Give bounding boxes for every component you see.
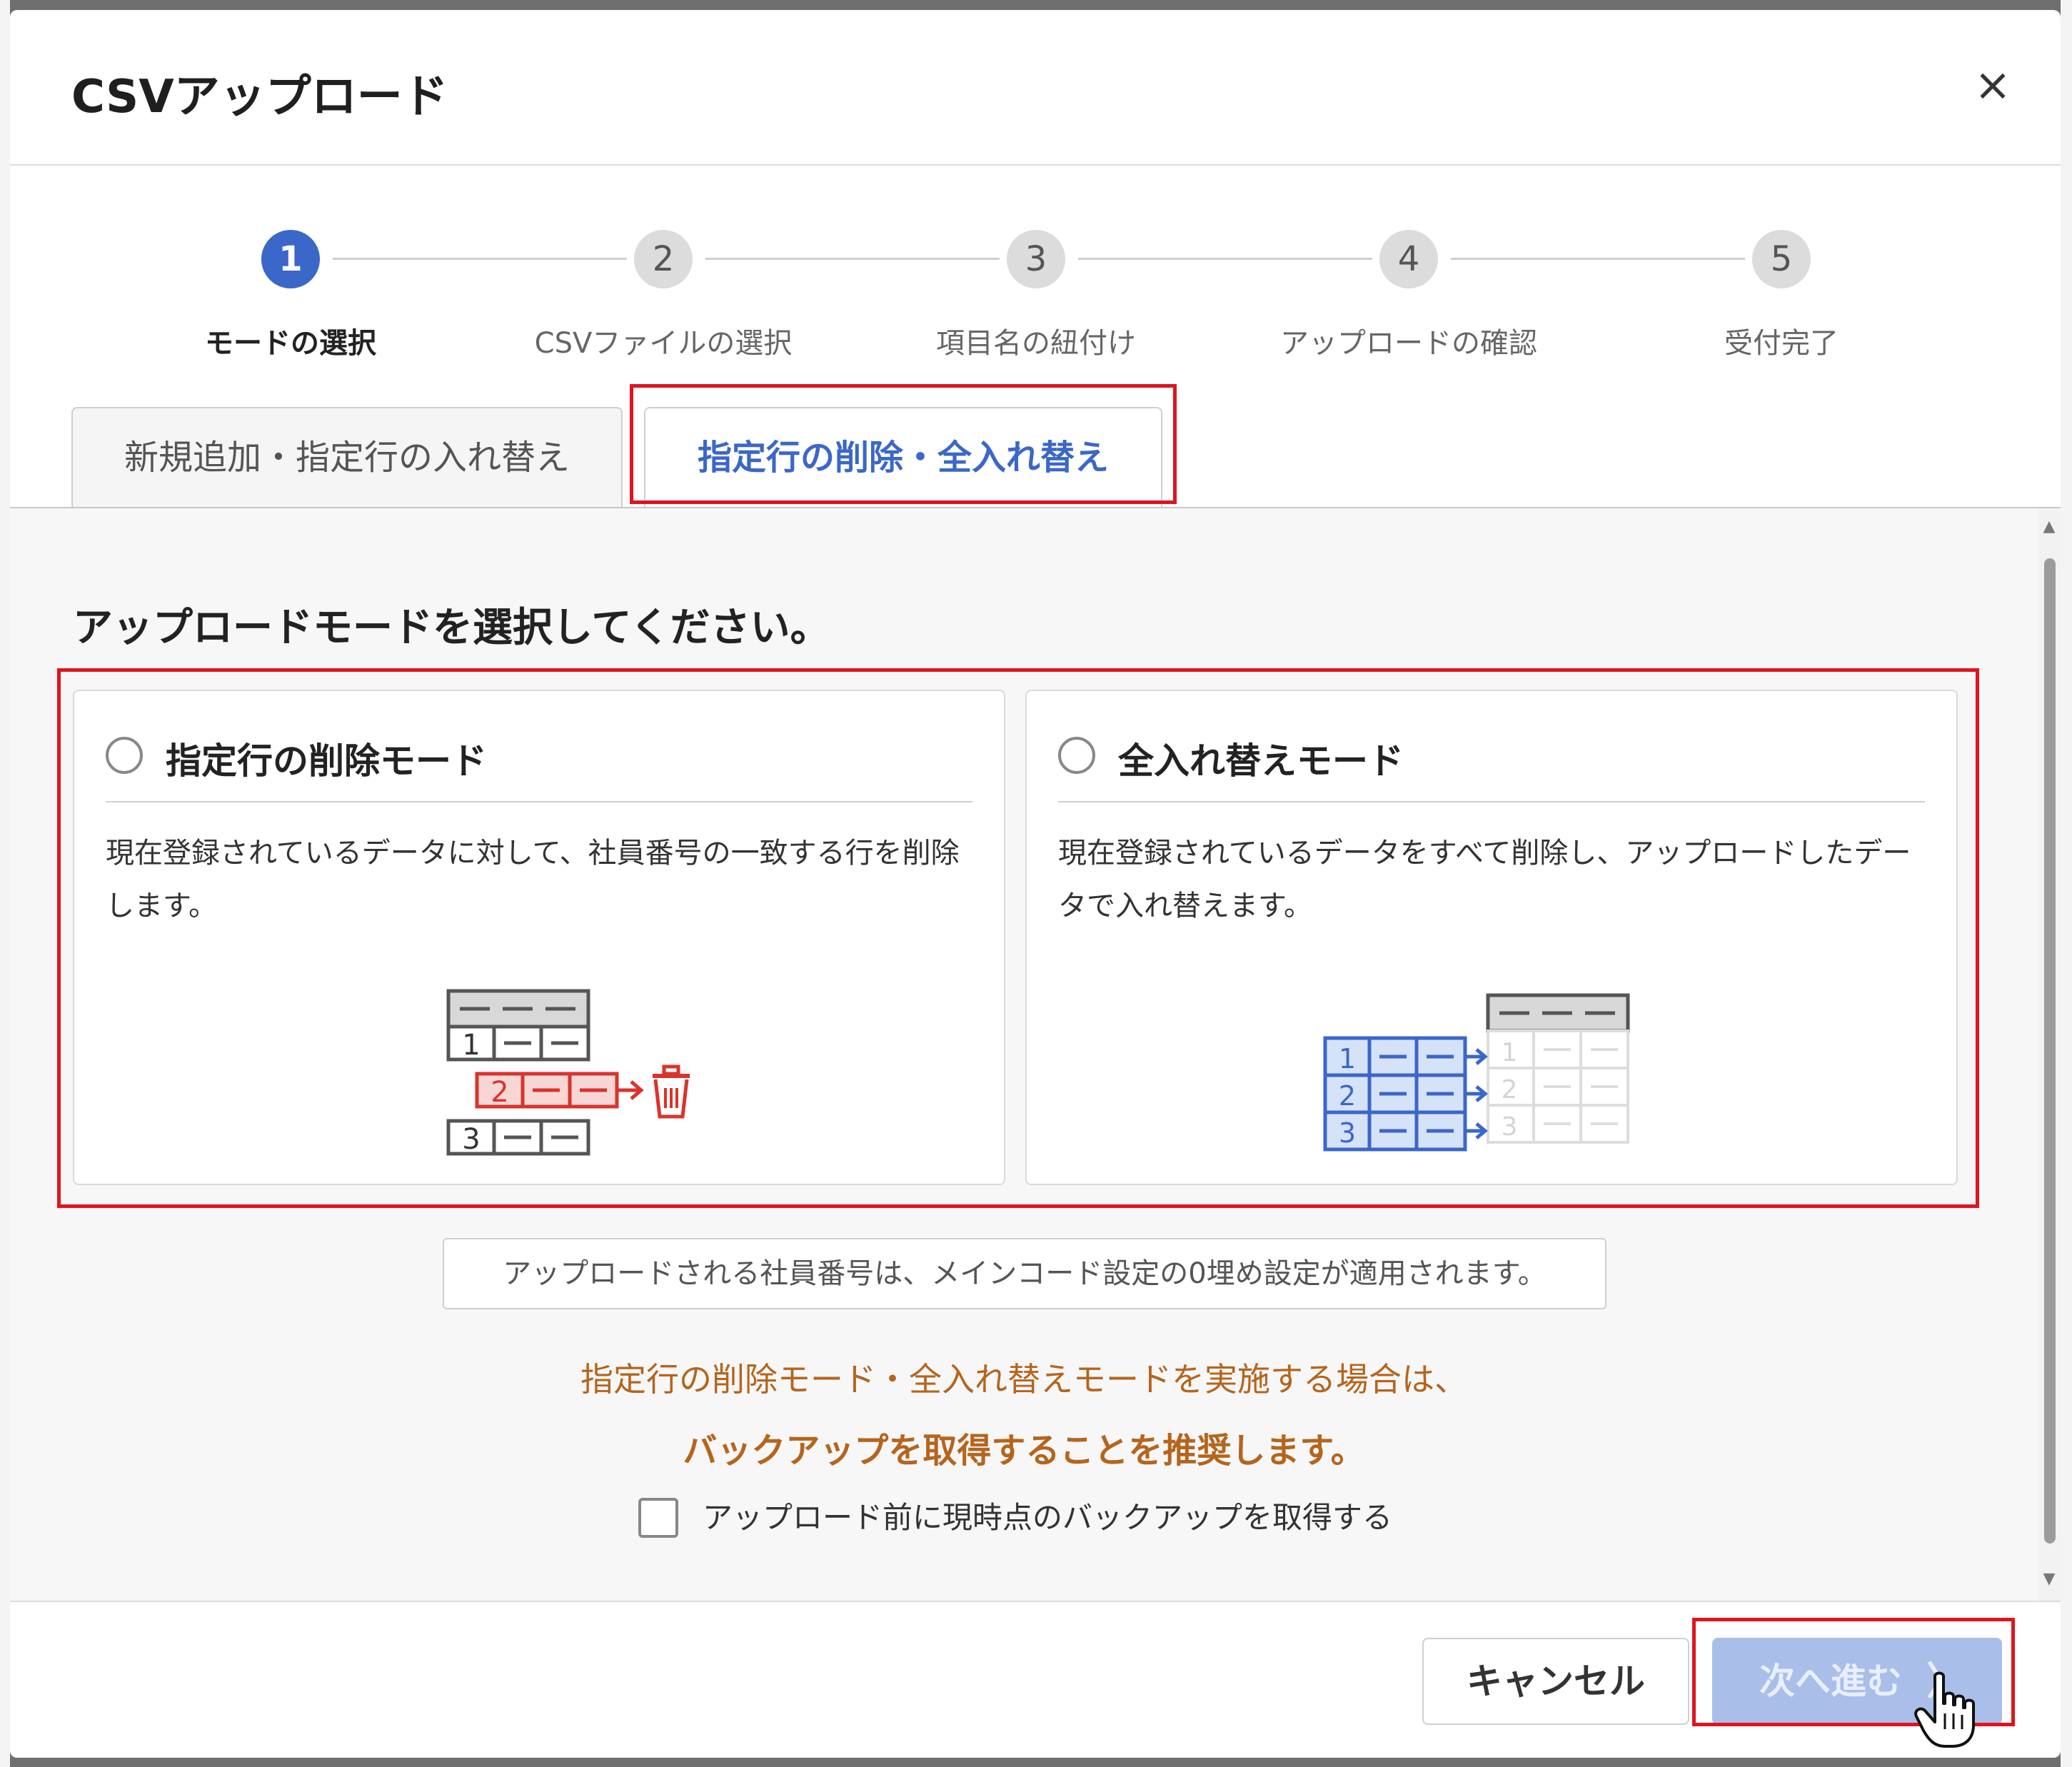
hand-cursor-icon (1914, 1671, 1975, 1748)
mode-description: 現在登録されているデータをすべて削除し、アップロードしたデータで入れ替えます。 (1058, 837, 1911, 922)
step-connector (333, 258, 627, 260)
mode-card-replace-all[interactable]: 全入れ替えモード 現在登録されているデータをすべて削除し、アップロードしたデータ… (1025, 690, 1958, 1185)
warning-line-2: バックアップを取得することを推奨します。 (683, 1431, 1365, 1471)
row-number-1: 1 (462, 1029, 480, 1062)
radio-replace-all[interactable] (1058, 737, 1095, 774)
mode-title: 全入れ替えモード (1118, 740, 1404, 782)
step-4-circle: 4 (1379, 230, 1438, 288)
step-1-circle: 1 (261, 230, 320, 288)
dialog-header: CSVアップロード × (10, 10, 2061, 166)
mode-prompt: アップロードモードを選択してください。 (73, 605, 830, 651)
old-row-number-2: 2 (1502, 1075, 1518, 1104)
radio-delete-rows[interactable] (106, 737, 143, 774)
csv-upload-dialog: CSVアップロード × 1 2 3 4 5 モードの選択 CSVファイルの選択 … (10, 10, 2061, 1758)
zero-padding-note: アップロードされる社員番号は、メインコード設定の0埋め設定が適用されます。 (443, 1238, 1606, 1309)
scroll-down-icon[interactable]: ▼ (2041, 1571, 2058, 1588)
mode-title: 指定行の削除モード (166, 740, 487, 782)
old-row-number-1: 1 (1502, 1038, 1518, 1067)
step-5-circle: 5 (1752, 230, 1811, 288)
step-3-circle: 3 (1007, 230, 1065, 288)
step-connector (1451, 258, 1745, 260)
tab-delete-replace-all[interactable]: 指定行の削除・全入れ替え (644, 407, 1162, 507)
cancel-button[interactable]: キャンセル (1422, 1638, 1689, 1725)
step-2-circle: 2 (634, 230, 693, 288)
card-divider (106, 801, 972, 802)
table-row-delete-icon: 1 2 3 (446, 989, 690, 1156)
step-4-label: アップロードの確認 (1280, 327, 1537, 360)
row-number-3: 3 (462, 1123, 480, 1156)
mode-card-delete-rows[interactable]: 指定行の削除モード 現在登録されているデータに対して、社員番号の一致する行を削除… (73, 690, 1005, 1185)
close-icon[interactable]: × (1968, 60, 2018, 110)
tab-add-replace[interactable]: 新規追加・指定行の入れ替え (71, 407, 623, 507)
background-app-left (0, 0, 10, 1767)
step-connector (1078, 258, 1372, 260)
backup-checkbox[interactable] (638, 1498, 678, 1538)
step-2-label: CSVファイルの選択 (534, 327, 793, 360)
scroll-up-icon[interactable]: ▲ (2041, 518, 2058, 535)
step-1-label: モードの選択 (205, 327, 376, 360)
step-connector (705, 258, 1000, 260)
dialog-title: CSVアップロード (71, 71, 448, 124)
card-divider (1058, 801, 1925, 802)
new-row-number-3: 3 (1339, 1117, 1356, 1149)
scrollbar[interactable]: ▲ ▼ (2038, 508, 2061, 1601)
warning-line-1: 指定行の削除モード・全入れ替えモードを実施する場合は、 (580, 1360, 1467, 1399)
backup-checkbox-label[interactable]: アップロード前に現時点のバックアップを取得する (703, 1498, 1392, 1538)
new-row-number-1: 1 (1339, 1043, 1356, 1074)
scrollbar-thumb[interactable] (2044, 558, 2056, 1544)
new-row-number-2: 2 (1339, 1080, 1356, 1112)
old-row-number-3: 3 (1502, 1112, 1518, 1142)
table-replace-icon: 1 2 3 1 2 3 (1323, 993, 1630, 1152)
mode-description: 現在登録されているデータに対して、社員番号の一致する行を削除します。 (106, 837, 960, 922)
row-number-2: 2 (491, 1076, 508, 1109)
step-5-label: 受付完了 (1724, 327, 1839, 360)
next-button-label: 次へ進む (1759, 1661, 1902, 1702)
step-3-label: 項目名の紐付け (936, 327, 1136, 360)
background-app-right (2061, 0, 2072, 1767)
